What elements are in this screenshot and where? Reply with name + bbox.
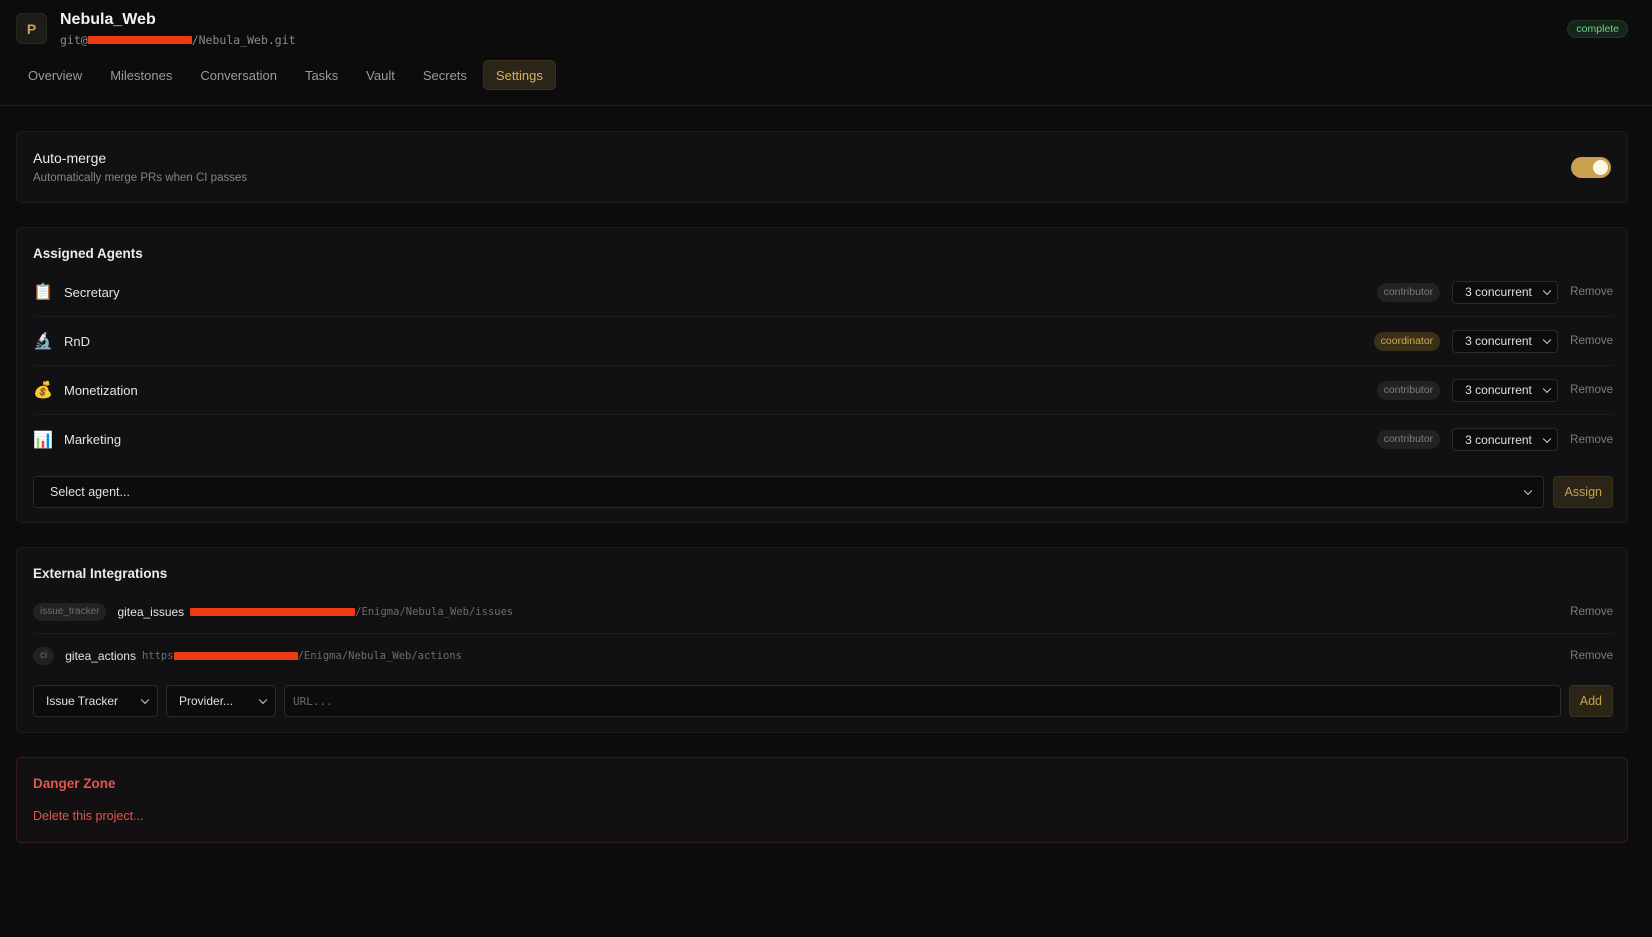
agent-row: 💰 Monetization contributor 3 concurrent … <box>33 366 1613 415</box>
danger-zone-card: Danger Zone Delete this project... <box>16 757 1628 843</box>
concurrency-select[interactable]: 3 concurrent <box>1452 378 1559 402</box>
integration-row: ci gitea_actions https /Enigma/Nebula_We… <box>33 634 1613 678</box>
automerge-toggle[interactable] <box>1571 157 1611 178</box>
agent-role-badge: contributor <box>1376 430 1441 449</box>
integration-row: issue_tracker gitea_issues /Enigma/Nebul… <box>33 590 1613 634</box>
redacted-host <box>87 36 192 44</box>
integration-url: https /Enigma/Nebula_Web/actions <box>142 650 1570 662</box>
add-integration-button[interactable]: Add <box>1568 685 1613 717</box>
automerge-description: Automatically merge PRs when CI passes <box>33 172 248 184</box>
agent-name: Marketing <box>64 432 122 447</box>
clipboard-icon: 📋 <box>33 284 53 301</box>
integration-type-value: Issue Tracker <box>46 694 119 708</box>
money-bag-icon: 💰 <box>33 382 53 399</box>
integration-url-suffix: /Enigma/Nebula_Web/issues <box>355 605 514 618</box>
concurrency-select[interactable]: 3 concurrent <box>1452 428 1559 451</box>
agent-name: RnD <box>64 333 91 349</box>
select-agent-placeholder: Select agent... <box>50 485 130 499</box>
tab-overview[interactable]: Overview <box>16 60 94 90</box>
project-repo-url: git@ /Nebula_Web.git <box>60 33 296 47</box>
chevron-down-icon <box>258 695 268 705</box>
agent-row: 🔬 RnD coordinator 3 concurrent Remove <box>33 317 1613 366</box>
bar-chart-icon: 📊 <box>33 431 53 449</box>
integration-name: gitea_issues <box>117 604 185 619</box>
agents-section-title: Assigned Agents <box>33 246 143 261</box>
provider-value: Provider... <box>179 694 234 708</box>
tab-tasks[interactable]: Tasks <box>293 60 350 90</box>
danger-zone-title: Danger Zone <box>33 776 116 791</box>
remove-integration-button[interactable]: Remove <box>1570 650 1613 662</box>
status-badge: complete <box>1567 20 1628 38</box>
select-agent-dropdown[interactable]: Select agent... <box>33 476 1545 508</box>
add-integration-row: Issue Tracker Provider... Add <box>33 685 1613 717</box>
tab-secrets[interactable]: Secrets <box>411 60 479 90</box>
agent-name: Monetization <box>64 382 138 398</box>
integration-url-suffix: /Enigma/Nebula_Web/actions <box>297 650 462 662</box>
concurrency-value: 3 concurrent <box>1465 285 1532 299</box>
integration-url-input[interactable] <box>284 685 1561 717</box>
chevron-down-icon <box>1542 286 1552 296</box>
project-avatar: P <box>16 13 47 44</box>
remove-agent-button[interactable]: Remove <box>1570 384 1613 396</box>
agent-role-badge: contributor <box>1376 282 1441 302</box>
chevron-down-icon <box>1542 434 1552 443</box>
automerge-card: Auto-merge Automatically merge PRs when … <box>16 131 1628 203</box>
chevron-down-icon <box>1542 384 1552 394</box>
chevron-down-icon <box>140 695 150 705</box>
redacted-host <box>173 652 298 660</box>
integration-type-select[interactable]: Issue Tracker <box>33 685 158 717</box>
concurrency-select[interactable]: 3 concurrent <box>1452 280 1559 304</box>
delete-project-link[interactable]: Delete this project... <box>33 809 143 823</box>
assigned-agents-card: Assigned Agents 📋 Secretary contributor … <box>16 227 1628 523</box>
integrations-section-title: External Integrations <box>33 566 168 581</box>
remove-agent-button[interactable]: Remove <box>1570 434 1613 446</box>
agent-name: Secretary <box>64 284 120 300</box>
concurrency-select[interactable]: 3 concurrent <box>1452 329 1559 353</box>
assign-button[interactable]: Assign <box>1553 476 1613 508</box>
integration-url: /Enigma/Nebula_Web/issues <box>190 606 1570 618</box>
concurrency-value: 3 concurrent <box>1465 383 1532 397</box>
integration-type-badge: issue_tracker <box>33 602 107 621</box>
remove-integration-button[interactable]: Remove <box>1570 606 1613 618</box>
agent-role-badge: contributor <box>1376 380 1441 400</box>
tab-vault[interactable]: Vault <box>354 60 407 90</box>
provider-select[interactable]: Provider... <box>166 685 276 717</box>
concurrency-value: 3 concurrent <box>1465 334 1532 348</box>
tab-bar: Overview Milestones Conversation Tasks V… <box>16 60 556 90</box>
repo-url-suffix: /Nebula_Web.git <box>191 33 296 47</box>
repo-url-prefix: git@ <box>60 33 88 47</box>
automerge-title: Auto-merge <box>33 150 107 166</box>
chevron-down-icon <box>1542 335 1552 345</box>
tab-settings[interactable]: Settings <box>482 60 556 90</box>
concurrency-value: 3 concurrent <box>1465 432 1532 447</box>
toggle-knob <box>1593 160 1608 175</box>
agent-role-badge: coordinator <box>1373 331 1441 351</box>
assign-agent-row: Select agent... Assign <box>33 476 1613 508</box>
remove-agent-button[interactable]: Remove <box>1570 286 1613 298</box>
project-title: Nebula_Web <box>60 11 156 28</box>
agent-row: 📋 Secretary contributor 3 concurrent Rem… <box>33 268 1613 317</box>
external-integrations-card: External Integrations issue_tracker gite… <box>16 547 1628 733</box>
redacted-host <box>190 607 356 616</box>
remove-agent-button[interactable]: Remove <box>1570 335 1613 347</box>
agent-row: 📊 Marketing contributor 3 concurrent Rem… <box>33 415 1613 464</box>
chevron-down-icon <box>1524 486 1533 496</box>
integration-type-badge: ci <box>33 647 55 665</box>
tab-conversation[interactable]: Conversation <box>188 60 289 90</box>
tab-milestones[interactable]: Milestones <box>98 60 184 90</box>
integration-name: gitea_actions <box>65 649 136 663</box>
integration-url-prefix: https <box>141 650 174 662</box>
microscope-icon: 🔬 <box>33 333 53 350</box>
project-header: P Nebula_Web git@ /Nebula_Web.git comple… <box>0 0 1652 106</box>
